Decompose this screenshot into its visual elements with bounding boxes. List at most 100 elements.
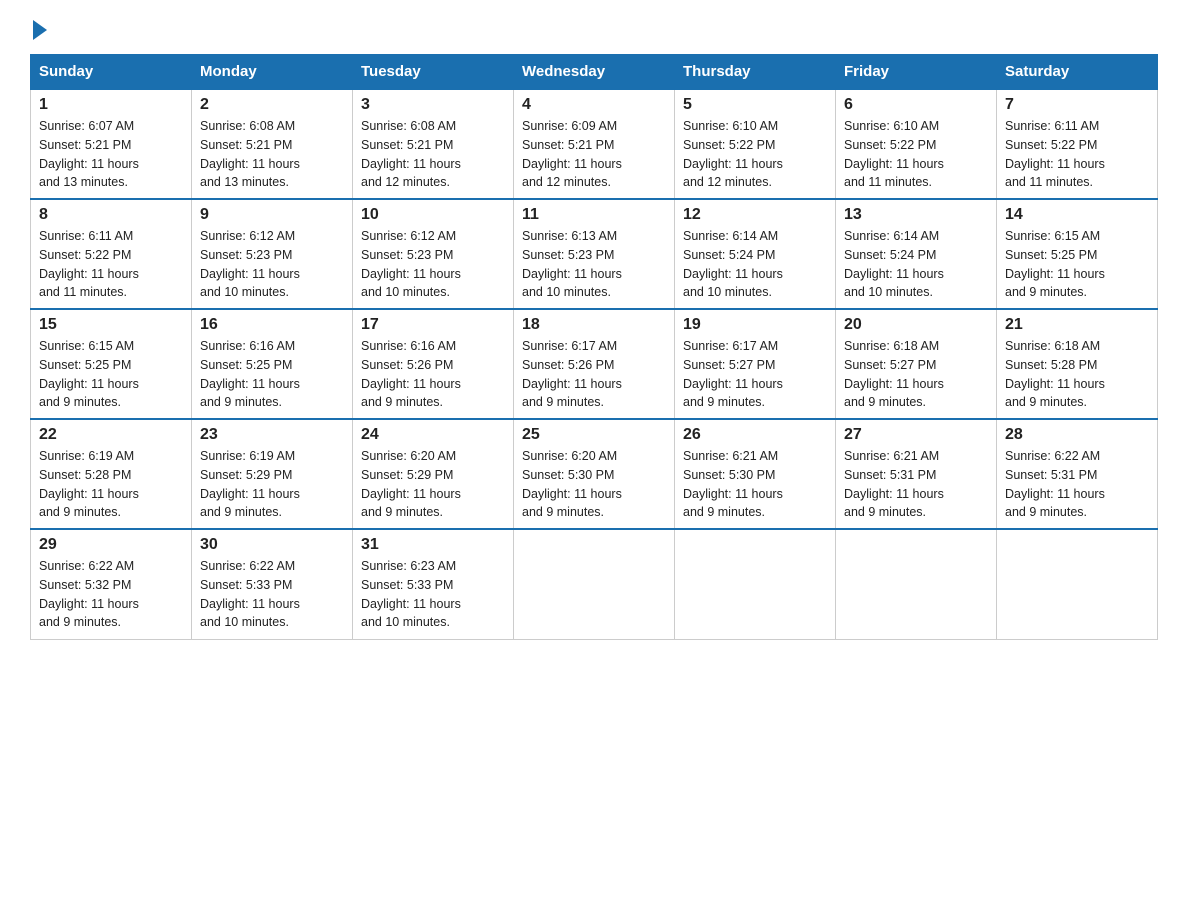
day-number: 18 bbox=[522, 316, 666, 334]
calendar-table: SundayMondayTuesdayWednesdayThursdayFrid… bbox=[30, 54, 1158, 640]
calendar-cell: 2 Sunrise: 6:08 AM Sunset: 5:21 PM Dayli… bbox=[192, 89, 353, 199]
calendar-cell: 13 Sunrise: 6:14 AM Sunset: 5:24 PM Dayl… bbox=[836, 199, 997, 309]
day-info: Sunrise: 6:17 AM Sunset: 5:26 PM Dayligh… bbox=[522, 337, 666, 412]
day-number: 23 bbox=[200, 426, 344, 444]
calendar-cell: 24 Sunrise: 6:20 AM Sunset: 5:29 PM Dayl… bbox=[353, 419, 514, 529]
week-row-2: 8 Sunrise: 6:11 AM Sunset: 5:22 PM Dayli… bbox=[31, 199, 1158, 309]
calendar-cell bbox=[997, 529, 1158, 639]
day-info: Sunrise: 6:11 AM Sunset: 5:22 PM Dayligh… bbox=[1005, 117, 1149, 192]
logo bbox=[30, 20, 50, 36]
day-info: Sunrise: 6:14 AM Sunset: 5:24 PM Dayligh… bbox=[844, 227, 988, 302]
calendar-cell: 26 Sunrise: 6:21 AM Sunset: 5:30 PM Dayl… bbox=[675, 419, 836, 529]
day-info: Sunrise: 6:16 AM Sunset: 5:26 PM Dayligh… bbox=[361, 337, 505, 412]
day-info: Sunrise: 6:15 AM Sunset: 5:25 PM Dayligh… bbox=[1005, 227, 1149, 302]
day-number: 19 bbox=[683, 316, 827, 334]
day-number: 8 bbox=[39, 206, 183, 224]
header-monday: Monday bbox=[192, 55, 353, 90]
day-number: 16 bbox=[200, 316, 344, 334]
day-number: 29 bbox=[39, 536, 183, 554]
day-number: 10 bbox=[361, 206, 505, 224]
calendar-cell: 20 Sunrise: 6:18 AM Sunset: 5:27 PM Dayl… bbox=[836, 309, 997, 419]
day-number: 6 bbox=[844, 96, 988, 114]
day-info: Sunrise: 6:20 AM Sunset: 5:29 PM Dayligh… bbox=[361, 447, 505, 522]
day-number: 9 bbox=[200, 206, 344, 224]
day-number: 27 bbox=[844, 426, 988, 444]
day-info: Sunrise: 6:22 AM Sunset: 5:31 PM Dayligh… bbox=[1005, 447, 1149, 522]
header-saturday: Saturday bbox=[997, 55, 1158, 90]
day-number: 24 bbox=[361, 426, 505, 444]
header-tuesday: Tuesday bbox=[353, 55, 514, 90]
day-info: Sunrise: 6:14 AM Sunset: 5:24 PM Dayligh… bbox=[683, 227, 827, 302]
calendar-cell: 31 Sunrise: 6:23 AM Sunset: 5:33 PM Dayl… bbox=[353, 529, 514, 639]
day-number: 12 bbox=[683, 206, 827, 224]
day-info: Sunrise: 6:11 AM Sunset: 5:22 PM Dayligh… bbox=[39, 227, 183, 302]
week-row-1: 1 Sunrise: 6:07 AM Sunset: 5:21 PM Dayli… bbox=[31, 89, 1158, 199]
day-number: 30 bbox=[200, 536, 344, 554]
calendar-cell: 3 Sunrise: 6:08 AM Sunset: 5:21 PM Dayli… bbox=[353, 89, 514, 199]
calendar-cell: 22 Sunrise: 6:19 AM Sunset: 5:28 PM Dayl… bbox=[31, 419, 192, 529]
day-info: Sunrise: 6:18 AM Sunset: 5:27 PM Dayligh… bbox=[844, 337, 988, 412]
calendar-cell: 1 Sunrise: 6:07 AM Sunset: 5:21 PM Dayli… bbox=[31, 89, 192, 199]
header-thursday: Thursday bbox=[675, 55, 836, 90]
calendar-cell: 25 Sunrise: 6:20 AM Sunset: 5:30 PM Dayl… bbox=[514, 419, 675, 529]
day-info: Sunrise: 6:19 AM Sunset: 5:28 PM Dayligh… bbox=[39, 447, 183, 522]
day-number: 31 bbox=[361, 536, 505, 554]
day-number: 2 bbox=[200, 96, 344, 114]
day-info: Sunrise: 6:21 AM Sunset: 5:30 PM Dayligh… bbox=[683, 447, 827, 522]
calendar-cell: 9 Sunrise: 6:12 AM Sunset: 5:23 PM Dayli… bbox=[192, 199, 353, 309]
calendar-cell: 14 Sunrise: 6:15 AM Sunset: 5:25 PM Dayl… bbox=[997, 199, 1158, 309]
calendar-cell: 11 Sunrise: 6:13 AM Sunset: 5:23 PM Dayl… bbox=[514, 199, 675, 309]
calendar-cell: 17 Sunrise: 6:16 AM Sunset: 5:26 PM Dayl… bbox=[353, 309, 514, 419]
calendar-cell: 4 Sunrise: 6:09 AM Sunset: 5:21 PM Dayli… bbox=[514, 89, 675, 199]
day-info: Sunrise: 6:09 AM Sunset: 5:21 PM Dayligh… bbox=[522, 117, 666, 192]
calendar-cell: 6 Sunrise: 6:10 AM Sunset: 5:22 PM Dayli… bbox=[836, 89, 997, 199]
day-info: Sunrise: 6:12 AM Sunset: 5:23 PM Dayligh… bbox=[361, 227, 505, 302]
page-header bbox=[30, 20, 1158, 36]
day-info: Sunrise: 6:22 AM Sunset: 5:32 PM Dayligh… bbox=[39, 557, 183, 632]
day-info: Sunrise: 6:08 AM Sunset: 5:21 PM Dayligh… bbox=[200, 117, 344, 192]
header-wednesday: Wednesday bbox=[514, 55, 675, 90]
day-number: 28 bbox=[1005, 426, 1149, 444]
day-number: 25 bbox=[522, 426, 666, 444]
calendar-cell: 16 Sunrise: 6:16 AM Sunset: 5:25 PM Dayl… bbox=[192, 309, 353, 419]
day-number: 15 bbox=[39, 316, 183, 334]
header-friday: Friday bbox=[836, 55, 997, 90]
calendar-cell: 29 Sunrise: 6:22 AM Sunset: 5:32 PM Dayl… bbox=[31, 529, 192, 639]
day-info: Sunrise: 6:18 AM Sunset: 5:28 PM Dayligh… bbox=[1005, 337, 1149, 412]
calendar-cell: 27 Sunrise: 6:21 AM Sunset: 5:31 PM Dayl… bbox=[836, 419, 997, 529]
week-row-5: 29 Sunrise: 6:22 AM Sunset: 5:32 PM Dayl… bbox=[31, 529, 1158, 639]
day-info: Sunrise: 6:10 AM Sunset: 5:22 PM Dayligh… bbox=[844, 117, 988, 192]
calendar-cell: 19 Sunrise: 6:17 AM Sunset: 5:27 PM Dayl… bbox=[675, 309, 836, 419]
calendar-header-row: SundayMondayTuesdayWednesdayThursdayFrid… bbox=[31, 55, 1158, 90]
week-row-4: 22 Sunrise: 6:19 AM Sunset: 5:28 PM Dayl… bbox=[31, 419, 1158, 529]
day-number: 21 bbox=[1005, 316, 1149, 334]
calendar-cell bbox=[675, 529, 836, 639]
day-info: Sunrise: 6:12 AM Sunset: 5:23 PM Dayligh… bbox=[200, 227, 344, 302]
calendar-cell: 28 Sunrise: 6:22 AM Sunset: 5:31 PM Dayl… bbox=[997, 419, 1158, 529]
day-number: 1 bbox=[39, 96, 183, 114]
day-number: 13 bbox=[844, 206, 988, 224]
calendar-cell: 15 Sunrise: 6:15 AM Sunset: 5:25 PM Dayl… bbox=[31, 309, 192, 419]
calendar-cell: 7 Sunrise: 6:11 AM Sunset: 5:22 PM Dayli… bbox=[997, 89, 1158, 199]
header-sunday: Sunday bbox=[31, 55, 192, 90]
calendar-cell: 8 Sunrise: 6:11 AM Sunset: 5:22 PM Dayli… bbox=[31, 199, 192, 309]
day-info: Sunrise: 6:21 AM Sunset: 5:31 PM Dayligh… bbox=[844, 447, 988, 522]
day-number: 17 bbox=[361, 316, 505, 334]
day-number: 3 bbox=[361, 96, 505, 114]
day-info: Sunrise: 6:17 AM Sunset: 5:27 PM Dayligh… bbox=[683, 337, 827, 412]
calendar-cell: 10 Sunrise: 6:12 AM Sunset: 5:23 PM Dayl… bbox=[353, 199, 514, 309]
day-info: Sunrise: 6:23 AM Sunset: 5:33 PM Dayligh… bbox=[361, 557, 505, 632]
calendar-cell bbox=[514, 529, 675, 639]
calendar-cell: 5 Sunrise: 6:10 AM Sunset: 5:22 PM Dayli… bbox=[675, 89, 836, 199]
day-number: 22 bbox=[39, 426, 183, 444]
calendar-cell: 23 Sunrise: 6:19 AM Sunset: 5:29 PM Dayl… bbox=[192, 419, 353, 529]
calendar-cell: 12 Sunrise: 6:14 AM Sunset: 5:24 PM Dayl… bbox=[675, 199, 836, 309]
day-number: 14 bbox=[1005, 206, 1149, 224]
calendar-cell: 21 Sunrise: 6:18 AM Sunset: 5:28 PM Dayl… bbox=[997, 309, 1158, 419]
day-number: 26 bbox=[683, 426, 827, 444]
calendar-cell bbox=[836, 529, 997, 639]
day-info: Sunrise: 6:22 AM Sunset: 5:33 PM Dayligh… bbox=[200, 557, 344, 632]
day-info: Sunrise: 6:19 AM Sunset: 5:29 PM Dayligh… bbox=[200, 447, 344, 522]
day-info: Sunrise: 6:08 AM Sunset: 5:21 PM Dayligh… bbox=[361, 117, 505, 192]
day-number: 7 bbox=[1005, 96, 1149, 114]
